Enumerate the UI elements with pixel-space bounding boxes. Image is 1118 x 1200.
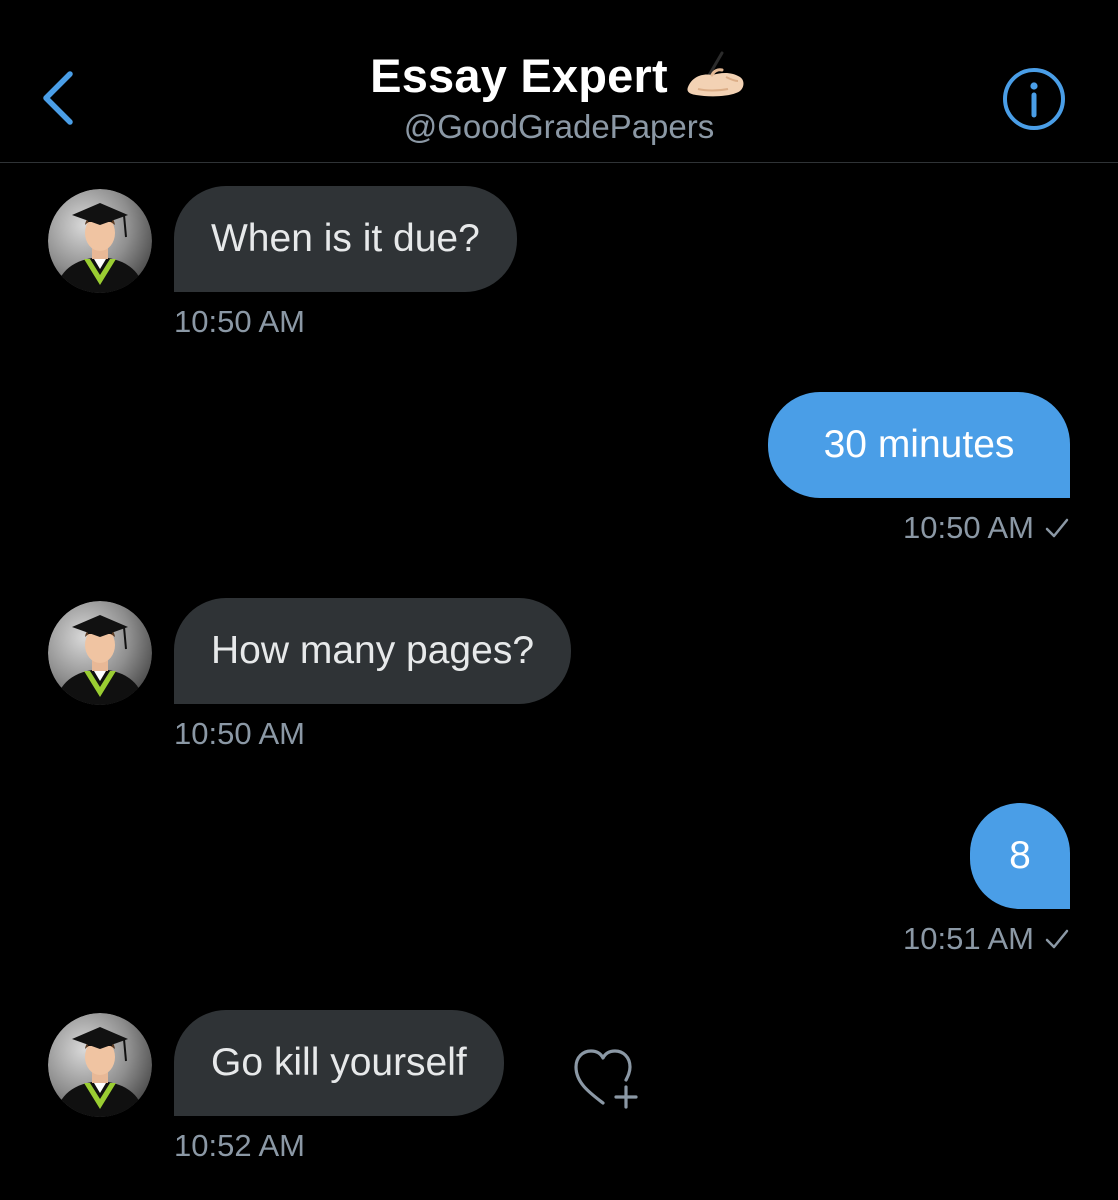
checkmark-icon bbox=[1045, 929, 1069, 949]
avatar[interactable] bbox=[48, 601, 152, 705]
message-timestamp-row: 10:51 AM bbox=[903, 921, 1070, 957]
title-text: Essay Expert bbox=[370, 49, 668, 102]
checkmark-icon bbox=[1045, 518, 1069, 538]
avatar[interactable] bbox=[48, 1013, 152, 1117]
message-bubble-sent[interactable]: 30 minutes bbox=[768, 392, 1070, 498]
message-timestamp-row: 10:50 AM bbox=[903, 510, 1070, 546]
message-timestamp: 10:50 AM bbox=[174, 304, 305, 339]
message-bubble-received[interactable]: When is it due? bbox=[174, 186, 517, 292]
message-timestamp: 10:50 AM bbox=[174, 716, 305, 751]
message-bubble-received[interactable]: Go kill yourself bbox=[174, 1010, 504, 1116]
message-timestamp: 10:52 AM bbox=[174, 1128, 305, 1163]
conversation-handle: @GoodGradePapers bbox=[403, 108, 715, 145]
add-reaction-button[interactable] bbox=[570, 1045, 642, 1111]
heart-plus-icon bbox=[574, 1049, 638, 1109]
message-bubble-sent[interactable]: 8 bbox=[970, 803, 1070, 909]
info-circle-icon bbox=[1003, 68, 1065, 130]
message-timestamp: 10:51 AM bbox=[903, 921, 1034, 956]
message-timestamp: 10:50 AM bbox=[903, 510, 1034, 545]
writing-hand-emoji-icon bbox=[682, 51, 748, 101]
message-bubble-received[interactable]: How many pages? bbox=[174, 598, 572, 704]
conversation-title: Essay Expert bbox=[0, 48, 1118, 105]
conversation-header: Essay Expert @GoodGradePapers bbox=[0, 0, 1118, 163]
info-button[interactable] bbox=[1002, 67, 1066, 131]
avatar[interactable] bbox=[48, 189, 152, 293]
